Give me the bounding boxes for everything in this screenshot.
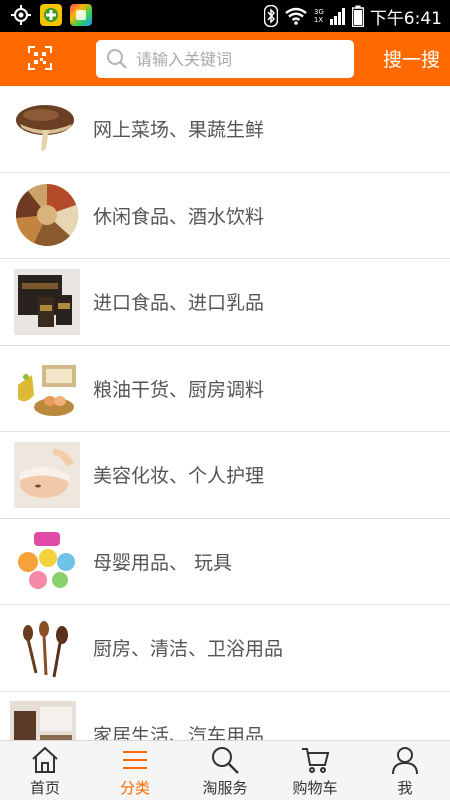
category-label: 美容化妆、个人护理: [93, 465, 265, 488]
tab-home[interactable]: 首页: [0, 741, 90, 800]
search-icon: [212, 747, 239, 774]
search-button[interactable]: 搜一搜: [383, 45, 440, 72]
category-label: 母婴用品、 玩具: [93, 551, 233, 574]
search-icon: [107, 49, 127, 69]
tab-category[interactable]: 分类: [90, 741, 180, 800]
tab-label: 首页: [29, 779, 60, 797]
category-label: 休闲食品、酒水饮料: [93, 205, 265, 228]
battery-icon: [351, 5, 364, 27]
gps-icon: [11, 5, 31, 25]
spoons-icon: [23, 620, 68, 678]
status-bar-right: 3G 1X 下午6:41: [263, 0, 442, 32]
network-type: 3G 1X: [314, 8, 324, 24]
network-type-top: 3G: [313, 8, 324, 16]
app-icon: [40, 4, 62, 26]
status-time: 下午6:41: [369, 8, 442, 29]
home-icon: [32, 746, 58, 773]
category-label: 网上菜场、果蔬生鲜: [93, 119, 265, 142]
wifi-icon: [285, 7, 307, 25]
tab-cart[interactable]: 购物车: [270, 741, 360, 800]
spa-face-icon: [14, 441, 80, 508]
oil-eggs-icon: [18, 365, 76, 417]
imported-box-icon: [14, 268, 80, 335]
category-list: 网上菜场、果蔬生鲜 休闲食品、酒水饮料 进口食品、进口乳品 粮油干货、厨房调料 …: [0, 86, 450, 740]
category-label: 进口食品、进口乳品: [93, 292, 265, 315]
user-icon: [392, 747, 418, 775]
status-bar-left: [10, 4, 92, 26]
search-box[interactable]: [96, 40, 354, 78]
category-item-beauty[interactable]: 美容化妆、个人护理: [0, 432, 450, 519]
category-label: 粮油干货、厨房调料: [93, 378, 265, 401]
cart-icon: [302, 748, 330, 773]
category-item-grain-oil[interactable]: 粮油干货、厨房调料: [0, 346, 450, 432]
signal-icon: [329, 8, 345, 25]
category-item-imported[interactable]: 进口食品、进口乳品: [0, 259, 450, 346]
network-type-bottom: 1X: [313, 16, 324, 24]
category-item-baby[interactable]: 母婴用品、 玩具: [0, 519, 450, 605]
status-bar: 3G 1X 下午6:41: [0, 0, 450, 32]
app-icon: [70, 4, 92, 26]
tab-label: 我: [397, 779, 413, 797]
nuts-icon: [15, 184, 78, 247]
toys-icon: [18, 532, 75, 590]
menu-icon: [123, 751, 147, 769]
tab-label: 分类: [119, 779, 150, 797]
home-interior-icon: [10, 701, 76, 740]
category-item-kitchen[interactable]: 厨房、清洁、卫浴用品: [0, 605, 450, 692]
scan-icon[interactable]: [28, 46, 52, 70]
category-item-snacks[interactable]: 休闲食品、酒水饮料: [0, 173, 450, 259]
category-label: 家居生活、汽车用品: [93, 724, 265, 740]
tab-label: 淘服务: [202, 779, 248, 797]
bluetooth-icon: [263, 5, 278, 27]
tab-me[interactable]: 我: [360, 741, 450, 800]
bottom-tab-bar: 首页 分类 淘服务 购物车 我: [0, 740, 450, 800]
mushroom-icon: [16, 104, 74, 151]
tab-label: 购物车: [292, 779, 338, 797]
category-item-fresh[interactable]: 网上菜场、果蔬生鲜: [0, 86, 450, 173]
search-input[interactable]: [136, 49, 336, 69]
app-header: 搜一搜: [0, 32, 450, 86]
tab-service[interactable]: 淘服务: [180, 741, 270, 800]
category-label: 厨房、清洁、卫浴用品: [93, 638, 284, 661]
category-item-home[interactable]: 家居生活、汽车用品: [0, 692, 450, 740]
